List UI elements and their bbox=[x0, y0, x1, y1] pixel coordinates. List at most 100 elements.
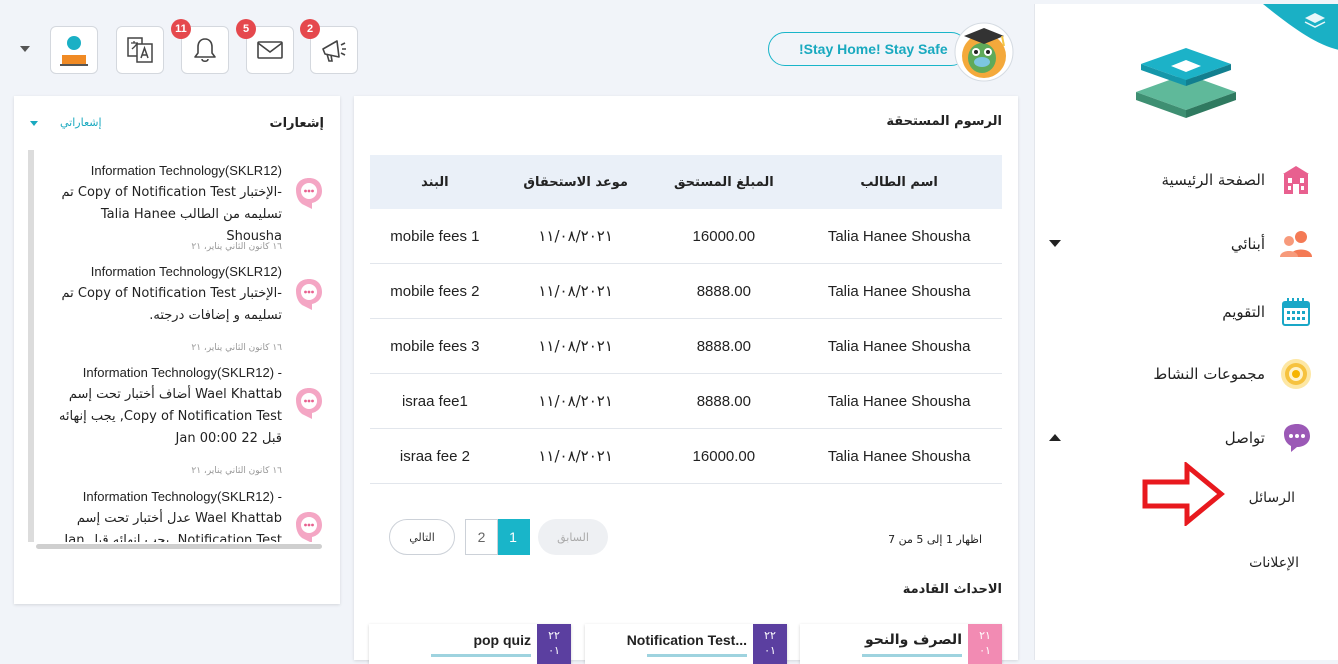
profile-button[interactable] bbox=[50, 26, 98, 74]
table-row: Talia Hanee Shousha 8888.00 ١١/٠٨/٢٠٢١ m… bbox=[370, 263, 1002, 319]
announcements-button[interactable]: 2 bbox=[300, 19, 358, 74]
event-date: ٢٢ ٠١ bbox=[537, 624, 571, 664]
event-month: ٠١ bbox=[979, 644, 991, 657]
sidebar-item-activity-groups[interactable]: مجموعات النشاط bbox=[1153, 354, 1313, 394]
sidebar-item-label: الصفحة الرئيسية bbox=[1161, 171, 1266, 189]
notification-line: - Information Technology(SKLR12) bbox=[82, 489, 282, 504]
event-card[interactable]: ٢٢ ٠١ pop quiz bbox=[369, 624, 571, 664]
pagination-page-1[interactable]: 1 bbox=[496, 519, 530, 555]
calendar-icon bbox=[1279, 295, 1313, 329]
pagination-prev-button[interactable]: السابق bbox=[538, 519, 608, 555]
notification-line: تسليمه و إضافات درجته. bbox=[149, 308, 282, 323]
chevron-up-icon[interactable] bbox=[1049, 434, 1061, 441]
event-subtitle bbox=[647, 654, 747, 657]
sidebar-item-communication[interactable]: تواصل bbox=[1225, 418, 1313, 458]
notification-count-badge: 2 bbox=[300, 19, 320, 39]
menu-toggle-icon[interactable] bbox=[1263, 4, 1338, 50]
sidebar-item-label: أبنائي bbox=[1230, 235, 1265, 253]
greeting-banner: !Stay Home! Stay Safe bbox=[768, 32, 968, 66]
fees-title: الرسوم المستحقة bbox=[886, 114, 1002, 129]
activity-groups-icon bbox=[1279, 357, 1313, 391]
horizontal-scrollbar[interactable] bbox=[36, 544, 322, 549]
notification-count-badge: 5 bbox=[236, 19, 256, 39]
event-day: ٢٢ bbox=[548, 629, 560, 642]
notification-item[interactable]: - Information Technology(SKLR12) Wael Kh… bbox=[40, 486, 332, 542]
sidebar-subitem-announcements[interactable]: الإعلانات bbox=[1249, 555, 1299, 571]
cell-student: Talia Hanee Shousha bbox=[796, 318, 1002, 374]
column-header-student: اسم الطالب bbox=[796, 155, 1002, 209]
event-card[interactable]: ٢٢ ٠١ Notification Test... bbox=[585, 624, 787, 664]
cell-item: israa fee 2 bbox=[370, 428, 500, 484]
language-button[interactable] bbox=[116, 26, 164, 74]
bell-icon bbox=[194, 38, 216, 63]
sidebar-item-my-children[interactable]: أبنائي bbox=[1231, 224, 1313, 264]
notification-line: -الإختبار Copy of Notification Test تم bbox=[61, 185, 283, 200]
children-icon bbox=[1279, 227, 1313, 261]
sidebar-item-calendar[interactable]: التقويم bbox=[1222, 292, 1313, 332]
notification-text: Information Technology(SKLR12) -الإختبار… bbox=[52, 261, 283, 327]
column-header-due-date: موعد الاستحقاق bbox=[499, 155, 652, 209]
cell-amount: 16000.00 bbox=[651, 428, 797, 484]
cell-due-date: ١١/٠٨/٢٠٢١ bbox=[499, 373, 652, 429]
cell-amount: 8888.00 bbox=[651, 373, 797, 429]
translate-icon bbox=[127, 37, 153, 63]
notification-line: Information Technology(SKLR12) bbox=[90, 163, 282, 178]
notification-icon bbox=[292, 510, 324, 542]
user-profile-icon bbox=[60, 36, 88, 66]
cell-due-date: ١١/٠٨/٢٠٢١ bbox=[499, 209, 652, 264]
notification-line: - Information Technology(SKLR12) bbox=[82, 365, 282, 380]
table-row: Talia Hanee Shousha 8888.00 ١١/٠٨/٢٠٢١ m… bbox=[370, 318, 1002, 374]
notification-count-badge: 11 bbox=[171, 19, 191, 39]
cell-amount: 16000.00 bbox=[651, 209, 797, 264]
notifications-card: إشعارات إشعاراتي Information Technology(… bbox=[14, 96, 340, 604]
cell-amount: 8888.00 bbox=[651, 263, 797, 319]
fees-table: اسم الطالب المبلغ المستحق موعد الاستحقاق… bbox=[370, 155, 1002, 484]
notification-item[interactable]: - Information Technology(SKLR12) Wael Kh… bbox=[40, 362, 332, 476]
cell-item: israa fee1 bbox=[370, 373, 500, 429]
sidebar-item-home[interactable]: الصفحة الرئيسية bbox=[1162, 160, 1314, 200]
pagination-next-button[interactable]: التالي bbox=[389, 519, 455, 555]
messages-button[interactable]: 5 bbox=[236, 19, 294, 74]
notification-line: قبل 22 Jan 00:00 bbox=[175, 431, 282, 446]
sidebar: الصفحة الرئيسية أبنائي التقويم مجموعات ا… bbox=[1034, 4, 1338, 660]
notification-text: - Information Technology(SKLR12) Wael Kh… bbox=[52, 486, 282, 542]
event-title: الصرف والنحو bbox=[864, 632, 962, 648]
notification-date: ١٦ كانون الثاني يناير، ٢١ bbox=[191, 466, 282, 476]
sidebar-subitem-messages[interactable]: الرسائل bbox=[1249, 490, 1295, 506]
table-row: Talia Hanee Shousha 16000.00 ١١/٠٨/٢٠٢١ … bbox=[370, 209, 1002, 264]
notifications-filter-dropdown[interactable]: إشعاراتي bbox=[60, 116, 102, 129]
school-logo bbox=[1136, 48, 1236, 118]
pagination-info: اظهار 1 إلى 5 من 7 bbox=[888, 533, 982, 546]
cell-student: Talia Hanee Shousha bbox=[796, 263, 1002, 319]
school-building-icon bbox=[1279, 163, 1313, 197]
notification-line: Information Technology(SKLR12) bbox=[90, 264, 282, 279]
envelope-icon bbox=[257, 41, 283, 59]
pagination-page-2[interactable]: 2 bbox=[465, 519, 498, 555]
event-card[interactable]: ٢١ ٠١ الصرف والنحو bbox=[800, 624, 1002, 664]
event-month: ٠١ bbox=[764, 644, 776, 657]
cell-due-date: ١١/٠٨/٢٠٢١ bbox=[499, 428, 652, 484]
event-subtitle bbox=[431, 654, 531, 657]
chevron-down-icon[interactable] bbox=[30, 121, 38, 126]
cell-student: Talia Hanee Shousha bbox=[796, 428, 1002, 484]
notification-item[interactable]: Information Technology(SKLR12) -الإختبار… bbox=[40, 160, 332, 252]
notification-date: ١٦ كانون الثاني يناير، ٢١ bbox=[191, 343, 282, 353]
notification-item[interactable]: Information Technology(SKLR12) -الإختبار… bbox=[40, 261, 332, 353]
chevron-down-icon[interactable] bbox=[20, 46, 30, 52]
cell-due-date: ١١/٠٨/٢٠٢١ bbox=[499, 263, 652, 319]
notifications-button[interactable]: 11 bbox=[171, 19, 229, 74]
student-avatar[interactable] bbox=[954, 22, 1014, 82]
notification-icon bbox=[292, 277, 324, 311]
megaphone-icon bbox=[322, 40, 346, 62]
cell-student: Talia Hanee Shousha bbox=[796, 373, 1002, 429]
sidebar-item-label: مجموعات النشاط bbox=[1153, 365, 1265, 383]
chat-bubble-icon bbox=[1279, 421, 1313, 455]
notification-date: ١٦ كانون الثاني يناير، ٢١ bbox=[191, 242, 282, 252]
fees-card: الرسوم المستحقة اسم الطالب المبلغ المستح… bbox=[354, 96, 1018, 664]
event-title: Notification Test... bbox=[626, 632, 747, 648]
notification-icon bbox=[292, 176, 324, 210]
cell-amount: 8888.00 bbox=[651, 318, 797, 374]
cell-item: mobile fees 2 bbox=[370, 263, 500, 319]
notification-line: Wael Khattab عدل أختبار تحت إسم bbox=[76, 511, 282, 526]
chevron-down-icon[interactable] bbox=[1049, 240, 1061, 247]
